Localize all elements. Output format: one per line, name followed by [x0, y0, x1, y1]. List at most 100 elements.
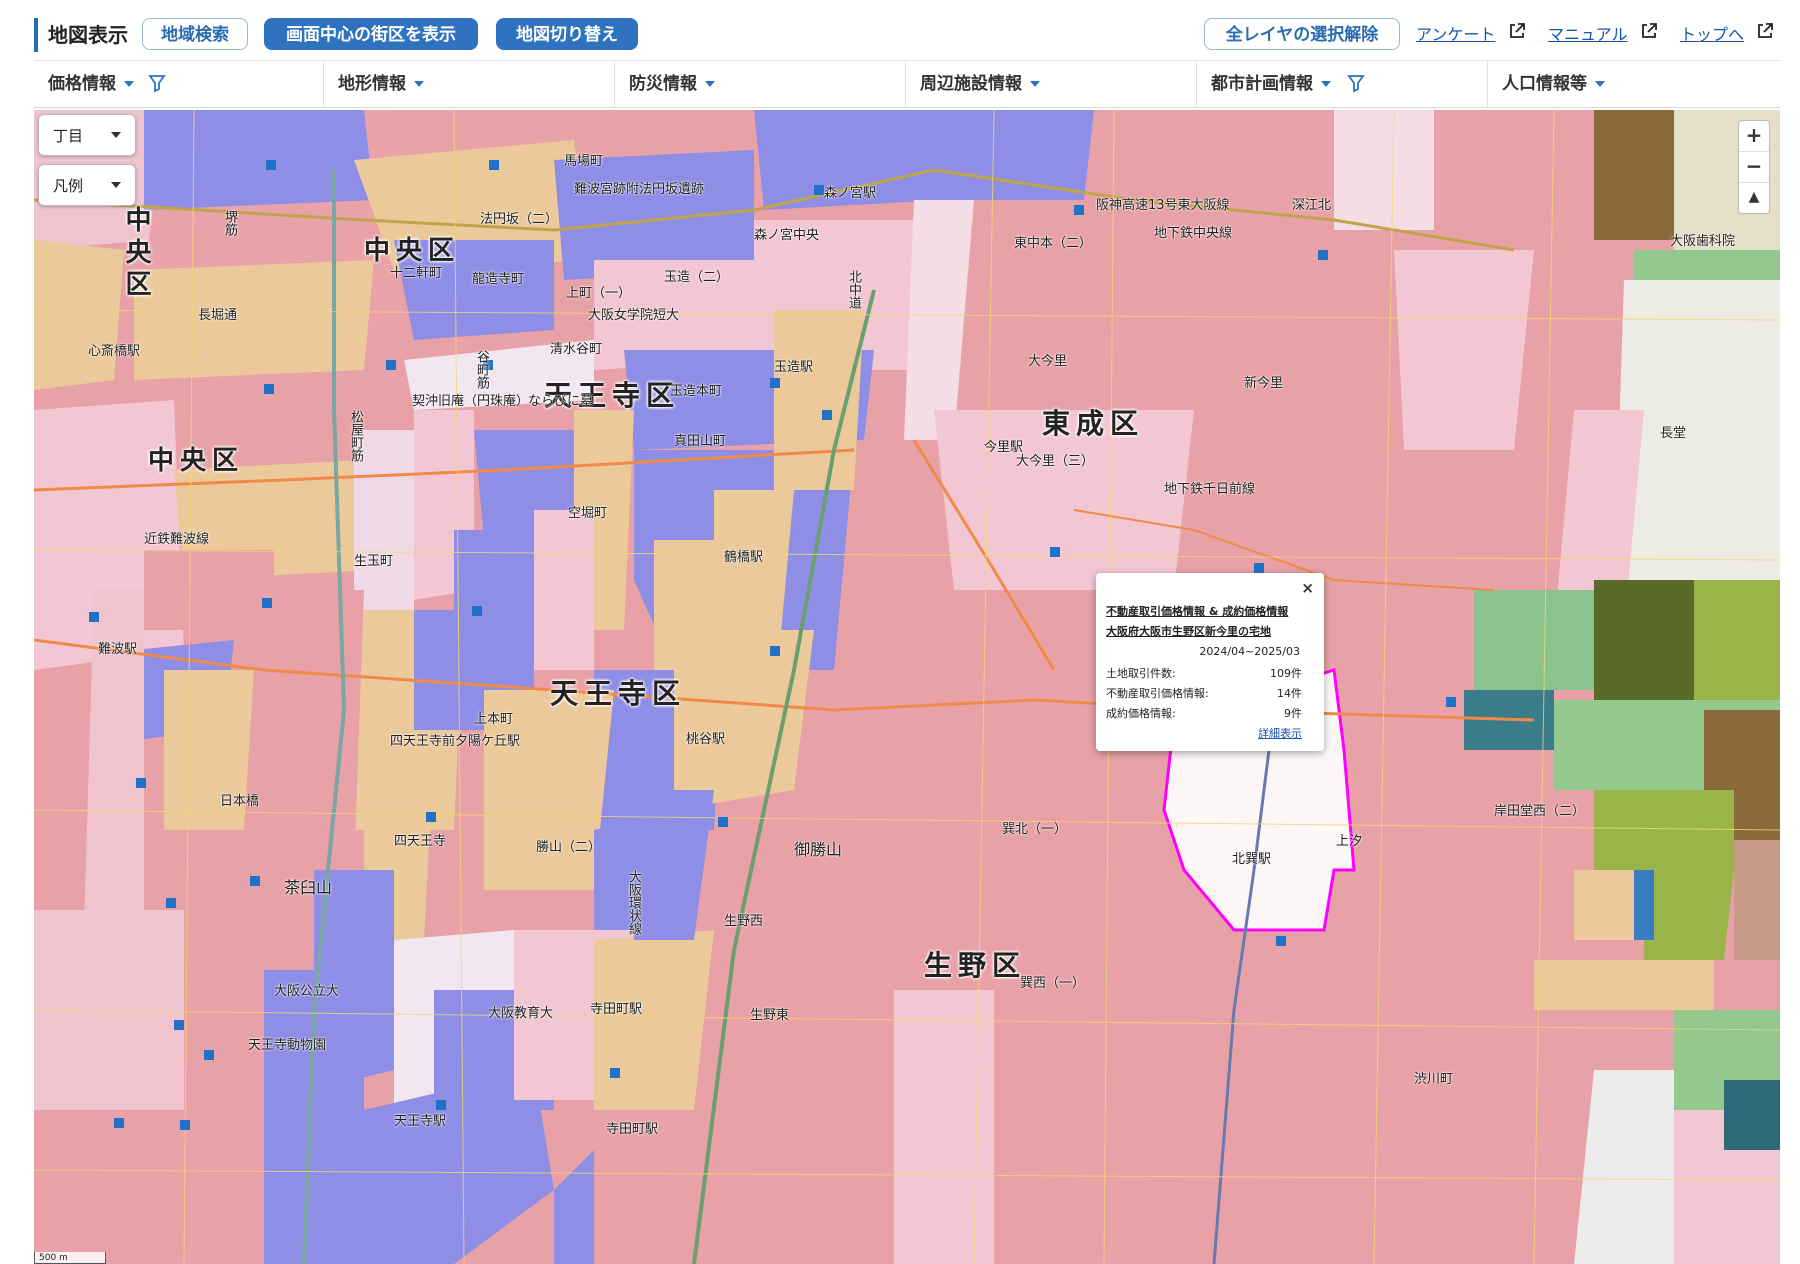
map-label: 四天王寺前夕陽ケ丘駅 [390, 734, 521, 749]
category-terrain-label: 地形情報 [338, 74, 406, 94]
map-label: 清水谷町 [550, 342, 603, 357]
chome-select[interactable]: 丁目 [38, 114, 136, 156]
external-link-icon [1758, 23, 1773, 38]
chevron-down-icon [1321, 81, 1331, 87]
map-label: 巽北（一） [1002, 822, 1068, 837]
map-label: 空堀町 [568, 506, 608, 521]
popup-subtitle[interactable]: 大阪府大阪市生野区新今里の宅地 [1106, 623, 1271, 639]
ward-label-higashinari: 東成区 [1042, 407, 1145, 440]
popup-row-value: 14件 [1277, 687, 1302, 700]
legend-select[interactable]: 凡例 [38, 164, 136, 206]
map-label: 鶴橋駅 [724, 550, 764, 565]
map-label: 巽西（一） [1020, 976, 1086, 991]
chevron-down-icon [111, 182, 121, 188]
app-header: 地図表示 地域検索 画面中心の街区を表示 地図切り替え 全レイヤの選択解除 アン… [0, 0, 1800, 60]
map-label: 日本橋 [220, 794, 260, 809]
switch-map-button[interactable]: 地図切り替え [496, 18, 638, 50]
map-label: 天王寺動物園 [248, 1038, 327, 1053]
map-label: 大阪歯科院 [1670, 234, 1736, 249]
map-label: 長堀通 [198, 308, 238, 323]
legend-select-value: 凡例 [53, 177, 84, 195]
map-label: 玉造本町 [670, 384, 723, 399]
map-label: 難波宮跡附法円坂遺跡 [574, 182, 705, 197]
chevron-down-icon [414, 81, 424, 87]
zoning-layer [34, 110, 1780, 1264]
map-label: 上本町 [474, 712, 514, 727]
map-label: 堺筋 [222, 210, 237, 236]
map-label: 地下鉄中央線 [1154, 226, 1233, 241]
manual-link[interactable]: マニュアル [1548, 22, 1628, 48]
map-label: 四天王寺 [394, 834, 447, 849]
map-label: 大阪女学院短大 [588, 308, 680, 323]
map-label: 契沖旧庵（円珠庵） [412, 394, 530, 409]
map-label: 玉造（二） [664, 270, 730, 285]
map-label: 渋川町 [1414, 1072, 1454, 1087]
category-terrain[interactable]: 地形情報 [324, 61, 615, 107]
popup-row-label: 土地取引件数: [1106, 667, 1176, 680]
map-label: 心斎橋駅 [88, 344, 141, 359]
zoom-out-button[interactable]: − [1739, 152, 1769, 183]
map-label: 十二軒町 [390, 266, 443, 281]
category-price[interactable]: 価格情報 [34, 61, 324, 107]
category-facilities[interactable]: 周辺施設情報 [906, 61, 1197, 107]
close-icon[interactable]: × [1301, 579, 1314, 597]
map-label: 真田山町 [674, 434, 727, 449]
filter-icon[interactable] [148, 73, 166, 93]
map-label: 勝山（二） [536, 840, 602, 855]
map-label: 玉造駅 [774, 360, 814, 375]
category-bar: 価格情報 地形情報 防災情報 周辺施設情報 都市計画情報 人口情報等 [34, 60, 1780, 108]
popup-row-label: 成約価格情報: [1106, 707, 1176, 720]
map-label: 法円坂（二） [480, 212, 559, 227]
popup-row-label: 不動産取引価格情報: [1106, 687, 1209, 700]
popup-row: 土地取引件数: 109件 [1106, 665, 1302, 681]
map-label: 生野西 [724, 914, 764, 929]
area-search-button[interactable]: 地域検索 [142, 18, 248, 50]
map-label: 龍造寺町 [472, 272, 525, 287]
filter-icon[interactable] [1347, 73, 1365, 93]
popup-period: 2024/04~2025/03 [1199, 645, 1300, 658]
popup-row-value: 9件 [1284, 707, 1302, 720]
popup-title[interactable]: 不動産取引価格情報 & 成約価格情報 [1106, 603, 1288, 619]
map-label: 大阪公立大 [274, 984, 340, 999]
category-disaster[interactable]: 防災情報 [615, 61, 906, 107]
zoom-in-button[interactable]: + [1739, 121, 1769, 152]
chevron-down-icon [111, 132, 121, 138]
show-center-block-button[interactable]: 画面中心の街区を表示 [264, 18, 478, 50]
map-label: 上町（一） [566, 286, 632, 301]
map-label: 森ノ宮駅 [824, 186, 877, 201]
map-label: 大今里 [1028, 354, 1068, 369]
zoom-control: + − ▲ [1738, 120, 1770, 214]
scale-bar: 500 m [34, 1252, 106, 1264]
chome-select-value: 丁目 [53, 127, 84, 145]
map-label: 上汐 [1336, 834, 1363, 849]
map-label: 地下鉄千日前線 [1164, 482, 1256, 497]
popup-row-value: 109件 [1270, 667, 1302, 680]
category-population[interactable]: 人口情報等 [1488, 61, 1780, 107]
survey-link[interactable]: アンケート [1416, 22, 1495, 48]
map-label: 東中本（二） [1014, 236, 1093, 251]
map-label: 天王寺駅 [394, 1114, 447, 1129]
map-label: 大阪教育大 [488, 1006, 554, 1021]
map-view[interactable]: 中央区 中央区 中央区 天王寺区 天王寺区 東成区 生野区 馬場町 難波宮跡附法… [34, 110, 1780, 1264]
page-title: 地図表示 [34, 18, 128, 52]
chevron-down-icon [124, 81, 134, 87]
ward-label-chuo: 中央区 [148, 446, 245, 476]
map-label: 御勝山 [794, 840, 843, 859]
ward-label-ikuno: 生野区 [924, 949, 1027, 982]
top-link[interactable]: トップへ [1680, 22, 1744, 48]
map-label: 寺田町駅 [590, 1002, 643, 1017]
map-label: 大阪環状線 [626, 870, 641, 935]
category-urban-planning-label: 都市計画情報 [1211, 74, 1313, 94]
chevron-down-icon [1030, 81, 1040, 87]
map-label: 深江北 [1292, 198, 1332, 213]
detail-link[interactable]: 詳細表示 [1258, 725, 1302, 741]
category-urban-planning[interactable]: 都市計画情報 [1197, 61, 1488, 107]
map-label: 阪神高速13号東大阪線 [1096, 198, 1230, 213]
category-disaster-label: 防災情報 [629, 74, 697, 94]
map-label: 生野東 [750, 1008, 790, 1023]
map-label: 岸田堂西（二） [1494, 804, 1586, 819]
map-label: 大今里（三） [1016, 454, 1095, 469]
map-label: 谷町筋 [474, 350, 489, 389]
clear-layers-button[interactable]: 全レイヤの選択解除 [1204, 18, 1400, 50]
compass-button[interactable]: ▲ [1739, 183, 1769, 213]
